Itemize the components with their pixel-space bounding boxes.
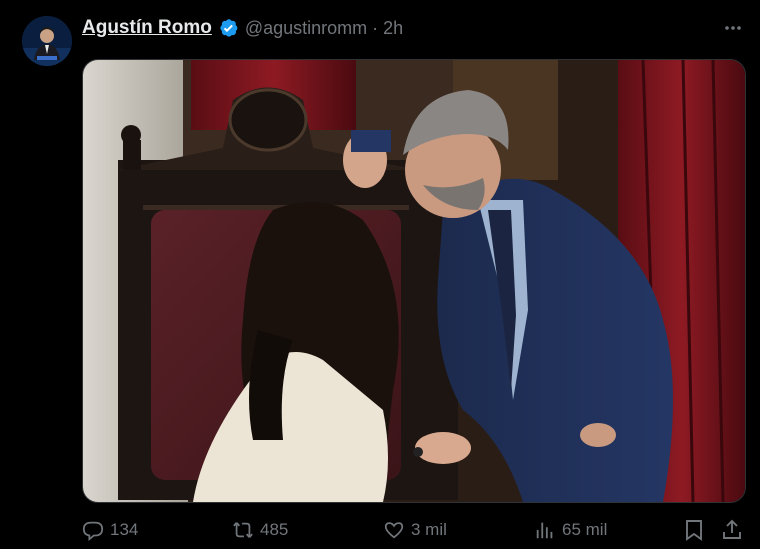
avatar-image <box>22 16 72 66</box>
reply-icon <box>82 521 104 541</box>
tweet[interactable]: Agustín Romo @agustinromm · 2h 134 485 3… <box>0 0 760 549</box>
photo-image <box>83 60 745 502</box>
tweet-header: Agustín Romo @agustinromm · 2h <box>82 16 403 40</box>
reply-count: 134 <box>110 520 139 539</box>
like-button[interactable]: 3 mil <box>383 512 447 548</box>
share-icon[interactable] <box>720 518 744 542</box>
views-icon <box>536 522 553 539</box>
views-count: 65 mil <box>562 520 608 539</box>
repost-icon <box>233 522 253 538</box>
tweet-photo[interactable] <box>82 59 746 503</box>
tweet-actions: 134 485 3 mil 65 mil <box>0 512 760 548</box>
verified-badge-icon <box>217 17 239 39</box>
bookmark-icon[interactable] <box>682 518 706 542</box>
timestamp[interactable]: 2h <box>383 18 403 39</box>
avatar[interactable] <box>22 16 72 66</box>
repost-count: 485 <box>260 520 289 539</box>
separator-dot: · <box>372 17 379 38</box>
views-button[interactable]: 65 mil <box>534 512 607 548</box>
author-name[interactable]: Agustín Romo <box>82 17 212 39</box>
author-handle[interactable]: @agustinromm <box>245 18 367 39</box>
like-count: 3 mil <box>411 520 447 539</box>
reply-button[interactable]: 134 <box>82 512 138 548</box>
like-icon <box>384 522 404 539</box>
repost-button[interactable]: 485 <box>232 512 288 548</box>
more-icon[interactable] <box>716 14 750 42</box>
